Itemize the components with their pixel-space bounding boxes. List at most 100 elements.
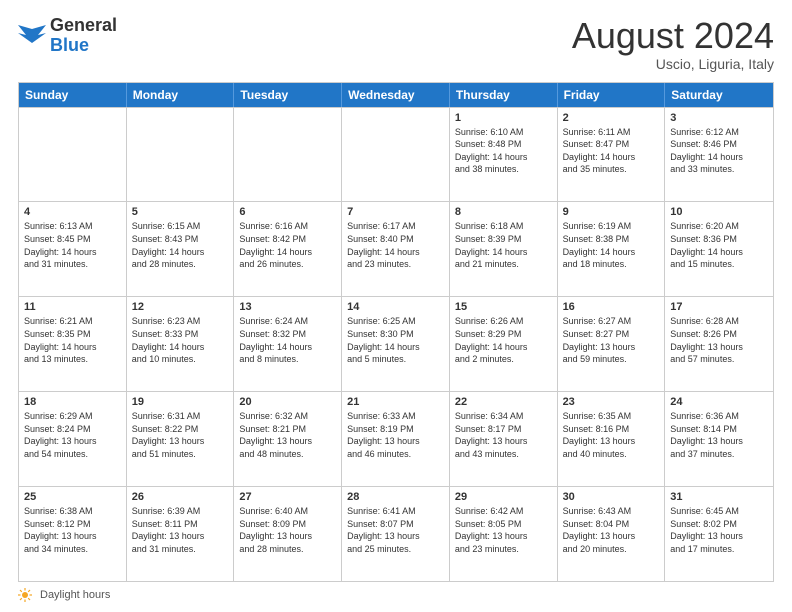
day-number: 24 <box>670 396 768 408</box>
day-info: Sunrise: 6:41 AM Sunset: 8:07 PM Dayligh… <box>347 505 444 555</box>
day-number: 15 <box>455 301 552 313</box>
day-info: Sunrise: 6:43 AM Sunset: 8:04 PM Dayligh… <box>563 505 660 555</box>
day-number: 13 <box>239 301 336 313</box>
day-info: Sunrise: 6:19 AM Sunset: 8:38 PM Dayligh… <box>563 220 660 270</box>
calendar-cell: 6Sunrise: 6:16 AM Sunset: 8:42 PM Daylig… <box>234 202 342 296</box>
day-info: Sunrise: 6:20 AM Sunset: 8:36 PM Dayligh… <box>670 220 768 270</box>
logo-blue: Blue <box>50 35 89 55</box>
calendar-cell: 20 Sunrise: 6:32 AM Sunset: 8:21 PM Dayli… <box>234 392 342 486</box>
day-info: Sunrise: 6:27 AM Sunset: 8:27 PM Dayligh… <box>563 315 660 365</box>
calendar-body: 1Sunrise: 6:10 AM Sunset: 8:48 PM Daylig… <box>19 107 773 581</box>
day-info: Sunrise: 6:10 AM Sunset: 8:48 PM Dayligh… <box>455 126 552 176</box>
calendar-cell: 2Sunrise: 6:11 AM Sunset: 8:47 PM Daylig… <box>558 108 666 202</box>
calendar-empty-cell <box>19 108 127 202</box>
day-number: 21 <box>347 396 444 408</box>
day-number: 25 <box>24 491 121 503</box>
day-info: Sunrise: 6:25 AM Sunset: 8:30 PM Dayligh… <box>347 315 444 365</box>
day-info: Sunrise: 6:42 AM Sunset: 8:05 PM Dayligh… <box>455 505 552 555</box>
logo-text: General Blue <box>50 16 117 56</box>
sun-icon <box>18 588 32 602</box>
day-number: 7 <box>347 206 444 218</box>
day-info: Sunrise: 6:16 AM Sunset: 8:42 PM Dayligh… <box>239 220 336 270</box>
day-number: 11 <box>24 301 121 313</box>
day-number: 5 <box>132 206 229 218</box>
month-year-title: August 2024 <box>572 16 774 56</box>
calendar-cell: 14 Sunrise: 6:25 AM Sunset: 8:30 PM Dayli… <box>342 297 450 391</box>
day-number: 19 <box>132 396 229 408</box>
day-info: Sunrise: 6:24 AM Sunset: 8:32 PM Dayligh… <box>239 315 336 365</box>
calendar-row: 18 Sunrise: 6:29 AM Sunset: 8:24 PM Dayli… <box>19 391 773 486</box>
calendar-cell: 16 Sunrise: 6:27 AM Sunset: 8:27 PM Dayli… <box>558 297 666 391</box>
day-info: Sunrise: 6:35 AM Sunset: 8:16 PM Dayligh… <box>563 410 660 460</box>
day-info: Sunrise: 6:33 AM Sunset: 8:19 PM Dayligh… <box>347 410 444 460</box>
day-number: 26 <box>132 491 229 503</box>
day-info: Sunrise: 6:17 AM Sunset: 8:40 PM Dayligh… <box>347 220 444 270</box>
title-block: August 2024 Uscio, Liguria, Italy <box>572 16 774 72</box>
calendar-cell: 25 Sunrise: 6:38 AM Sunset: 8:12 PM Dayli… <box>19 487 127 581</box>
calendar-cell: 21 Sunrise: 6:33 AM Sunset: 8:19 PM Dayli… <box>342 392 450 486</box>
calendar-cell: 31Sunrise: 6:45 AM Sunset: 8:02 PM Dayli… <box>665 487 773 581</box>
day-number: 4 <box>24 206 121 218</box>
calendar-day-header: Sunday <box>19 83 127 107</box>
day-info: Sunrise: 6:38 AM Sunset: 8:12 PM Dayligh… <box>24 505 121 555</box>
calendar-cell: 13 Sunrise: 6:24 AM Sunset: 8:32 PM Dayli… <box>234 297 342 391</box>
calendar-cell: 9 Sunrise: 6:19 AM Sunset: 8:38 PM Daylig… <box>558 202 666 296</box>
day-number: 30 <box>563 491 660 503</box>
day-info: Sunrise: 6:32 AM Sunset: 8:21 PM Dayligh… <box>239 410 336 460</box>
logo: General Blue <box>18 16 117 56</box>
calendar-cell: 4 Sunrise: 6:13 AM Sunset: 8:45 PM Daylig… <box>19 202 127 296</box>
logo-general: General <box>50 15 117 35</box>
day-number: 16 <box>563 301 660 313</box>
day-number: 27 <box>239 491 336 503</box>
day-info: Sunrise: 6:23 AM Sunset: 8:33 PM Dayligh… <box>132 315 229 365</box>
calendar-cell: 27Sunrise: 6:40 AM Sunset: 8:09 PM Dayli… <box>234 487 342 581</box>
calendar-cell: 18 Sunrise: 6:29 AM Sunset: 8:24 PM Dayli… <box>19 392 127 486</box>
calendar-cell: 29Sunrise: 6:42 AM Sunset: 8:05 PM Dayli… <box>450 487 558 581</box>
calendar-day-header: Friday <box>558 83 666 107</box>
day-info: Sunrise: 6:26 AM Sunset: 8:29 PM Dayligh… <box>455 315 552 365</box>
page: General Blue August 2024 Uscio, Liguria,… <box>0 0 792 612</box>
calendar-row: 11 Sunrise: 6:21 AM Sunset: 8:35 PM Dayli… <box>19 296 773 391</box>
day-number: 23 <box>563 396 660 408</box>
day-info: Sunrise: 6:28 AM Sunset: 8:26 PM Dayligh… <box>670 315 768 365</box>
header: General Blue August 2024 Uscio, Liguria,… <box>18 16 774 72</box>
calendar-cell: 22 Sunrise: 6:34 AM Sunset: 8:17 PM Dayli… <box>450 392 558 486</box>
calendar-cell: 11 Sunrise: 6:21 AM Sunset: 8:35 PM Dayli… <box>19 297 127 391</box>
day-info: Sunrise: 6:21 AM Sunset: 8:35 PM Dayligh… <box>24 315 121 365</box>
day-number: 10 <box>670 206 768 218</box>
calendar-day-header: Thursday <box>450 83 558 107</box>
day-number: 3 <box>670 112 768 124</box>
day-number: 14 <box>347 301 444 313</box>
calendar-row: 25 Sunrise: 6:38 AM Sunset: 8:12 PM Dayli… <box>19 486 773 581</box>
day-info: Sunrise: 6:34 AM Sunset: 8:17 PM Dayligh… <box>455 410 552 460</box>
day-info: Sunrise: 6:15 AM Sunset: 8:43 PM Dayligh… <box>132 220 229 270</box>
day-info: Sunrise: 6:29 AM Sunset: 8:24 PM Dayligh… <box>24 410 121 460</box>
day-number: 22 <box>455 396 552 408</box>
day-info: Sunrise: 6:13 AM Sunset: 8:45 PM Dayligh… <box>24 220 121 270</box>
day-number: 9 <box>563 206 660 218</box>
day-number: 28 <box>347 491 444 503</box>
day-info: Sunrise: 6:36 AM Sunset: 8:14 PM Dayligh… <box>670 410 768 460</box>
day-info: Sunrise: 6:18 AM Sunset: 8:39 PM Dayligh… <box>455 220 552 270</box>
day-info: Sunrise: 6:31 AM Sunset: 8:22 PM Dayligh… <box>132 410 229 460</box>
calendar-empty-cell <box>127 108 235 202</box>
calendar-cell: 3Sunrise: 6:12 AM Sunset: 8:46 PM Daylig… <box>665 108 773 202</box>
calendar-row: 4 Sunrise: 6:13 AM Sunset: 8:45 PM Daylig… <box>19 201 773 296</box>
day-info: Sunrise: 6:45 AM Sunset: 8:02 PM Dayligh… <box>670 505 768 555</box>
calendar-cell: 17 Sunrise: 6:28 AM Sunset: 8:26 PM Dayli… <box>665 297 773 391</box>
day-number: 18 <box>24 396 121 408</box>
day-number: 8 <box>455 206 552 218</box>
calendar-cell: 23 Sunrise: 6:35 AM Sunset: 8:16 PM Dayli… <box>558 392 666 486</box>
calendar: SundayMondayTuesdayWednesdayThursdayFrid… <box>18 82 774 582</box>
location-subtitle: Uscio, Liguria, Italy <box>572 56 774 72</box>
calendar-cell: 5 Sunrise: 6:15 AM Sunset: 8:43 PM Daylig… <box>127 202 235 296</box>
calendar-cell: 24 Sunrise: 6:36 AM Sunset: 8:14 PM Dayli… <box>665 392 773 486</box>
calendar-cell: 7 Sunrise: 6:17 AM Sunset: 8:40 PM Daylig… <box>342 202 450 296</box>
day-number: 12 <box>132 301 229 313</box>
calendar-day-header: Tuesday <box>234 83 342 107</box>
calendar-cell: 15 Sunrise: 6:26 AM Sunset: 8:29 PM Dayli… <box>450 297 558 391</box>
calendar-day-header: Saturday <box>665 83 773 107</box>
day-number: 20 <box>239 396 336 408</box>
day-number: 17 <box>670 301 768 313</box>
daylight-hours-label: Daylight hours <box>40 589 110 601</box>
